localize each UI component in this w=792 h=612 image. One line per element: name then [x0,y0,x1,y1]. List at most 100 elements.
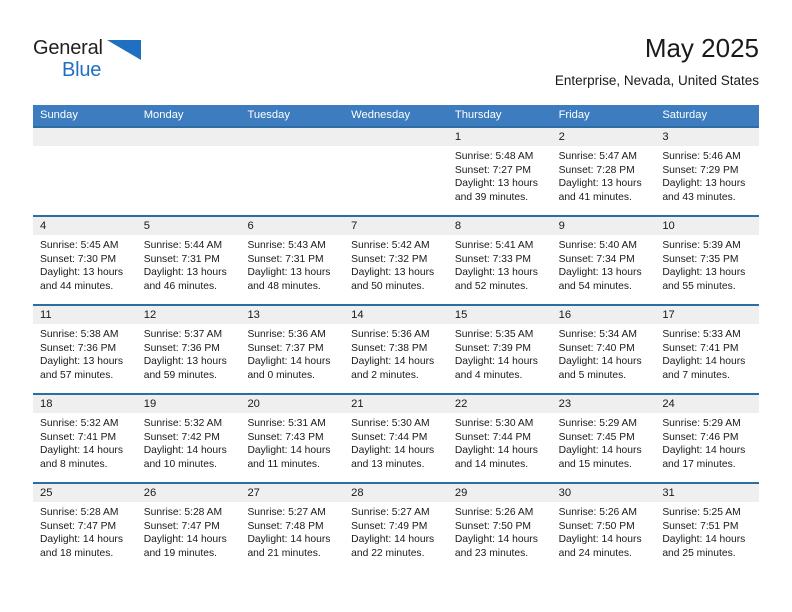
day-cell[interactable]: 31 Sunrise: 5:25 AM Sunset: 7:51 PM Dayl… [655,484,760,571]
day-details: Sunrise: 5:27 AM Sunset: 7:48 PM Dayligh… [240,502,345,571]
sunset-text: Sunset: 7:48 PM [247,520,324,532]
daylight-text-line2: and 23 minutes. [454,547,529,559]
day-cell[interactable]: 6 Sunrise: 5:43 AM Sunset: 7:31 PM Dayli… [240,217,345,304]
day-cell[interactable]: 20 Sunrise: 5:31 AM Sunset: 7:43 PM Dayl… [240,395,345,482]
sunset-text: Sunset: 7:36 PM [40,342,117,354]
weekday-header-row: Sunday Monday Tuesday Wednesday Thursday… [33,105,759,126]
day-cell[interactable]: 27 Sunrise: 5:27 AM Sunset: 7:48 PM Dayl… [240,484,345,571]
day-number: 28 [344,484,448,502]
daylight-text-line2: and 13 minutes. [351,458,425,470]
day-details: Sunrise: 5:35 AM Sunset: 7:39 PM Dayligh… [447,324,552,393]
daylight-text-line1: Daylight: 14 hours [40,534,123,546]
day-cell[interactable]: 21 Sunrise: 5:30 AM Sunset: 7:44 PM Dayl… [344,395,448,482]
sunset-text: Sunset: 7:44 PM [351,431,428,443]
sunset-text: Sunset: 7:37 PM [247,342,324,354]
day-cell[interactable]: 1 Sunrise: 5:48 AM Sunset: 7:27 PM Dayli… [447,128,552,215]
daylight-text-line2: and 46 minutes. [143,280,217,292]
daylight-text-line1: Daylight: 14 hours [558,534,642,546]
day-cell[interactable]: 2 Sunrise: 5:47 AM Sunset: 7:28 PM Dayli… [551,128,656,215]
day-number: 16 [551,306,656,324]
sunrise-text: Sunrise: 5:35 AM [454,329,534,340]
general-blue-logo[interactable]: General Blue [33,36,163,86]
day-details: Sunrise: 5:36 AM Sunset: 7:38 PM Dayligh… [344,324,448,393]
day-cell[interactable] [136,128,241,215]
day-number: 15 [447,306,552,324]
day-cell[interactable]: 7 Sunrise: 5:42 AM Sunset: 7:32 PM Dayli… [344,217,448,304]
sunset-text: Sunset: 7:29 PM [662,164,739,176]
day-cell[interactable]: 22 Sunrise: 5:30 AM Sunset: 7:44 PM Dayl… [447,395,552,482]
day-number: 22 [447,395,552,413]
day-details [344,146,448,215]
daylight-text-line2: and 4 minutes. [454,369,523,381]
day-number [344,128,448,146]
day-cell[interactable]: 24 Sunrise: 5:29 AM Sunset: 7:46 PM Dayl… [655,395,760,482]
sunrise-text: Sunrise: 5:29 AM [558,418,638,429]
day-cell[interactable] [33,128,137,215]
daylight-text-line1: Daylight: 13 hours [662,178,746,190]
sunset-text: Sunset: 7:27 PM [454,164,532,176]
sunset-text: Sunset: 7:43 PM [247,431,324,443]
day-cell[interactable]: 18 Sunrise: 5:32 AM Sunset: 7:41 PM Dayl… [33,395,137,482]
sunrise-text: Sunrise: 5:36 AM [351,329,430,340]
week-row: 18 Sunrise: 5:32 AM Sunset: 7:41 PM Dayl… [33,393,760,482]
sunset-text: Sunset: 7:31 PM [143,253,220,265]
day-number: 3 [655,128,760,146]
day-number: 24 [655,395,760,413]
sunset-text: Sunset: 7:44 PM [454,431,532,443]
day-cell[interactable]: 15 Sunrise: 5:35 AM Sunset: 7:39 PM Dayl… [447,306,552,393]
day-cell[interactable] [240,128,345,215]
sunset-text: Sunset: 7:35 PM [662,253,739,265]
day-cell[interactable]: 9 Sunrise: 5:40 AM Sunset: 7:34 PM Dayli… [551,217,656,304]
day-cell[interactable]: 4 Sunrise: 5:45 AM Sunset: 7:30 PM Dayli… [33,217,137,304]
day-number: 17 [655,306,760,324]
day-cell[interactable]: 29 Sunrise: 5:26 AM Sunset: 7:50 PM Dayl… [447,484,552,571]
day-details [240,146,345,215]
day-details: Sunrise: 5:32 AM Sunset: 7:42 PM Dayligh… [136,413,241,482]
day-cell[interactable]: 17 Sunrise: 5:33 AM Sunset: 7:41 PM Dayl… [655,306,760,393]
daylight-text-line1: Daylight: 13 hours [40,267,123,279]
day-cell[interactable]: 8 Sunrise: 5:41 AM Sunset: 7:33 PM Dayli… [447,217,552,304]
day-cell[interactable]: 16 Sunrise: 5:34 AM Sunset: 7:40 PM Dayl… [551,306,656,393]
day-details: Sunrise: 5:39 AM Sunset: 7:35 PM Dayligh… [655,235,760,304]
day-cell[interactable]: 10 Sunrise: 5:39 AM Sunset: 7:35 PM Dayl… [655,217,760,304]
sunrise-text: Sunrise: 5:37 AM [143,329,223,340]
daylight-text-line2: and 48 minutes. [247,280,321,292]
weekday-monday: Monday [143,109,184,121]
daylight-text-line1: Daylight: 14 hours [247,356,331,368]
day-cell[interactable]: 3 Sunrise: 5:46 AM Sunset: 7:29 PM Dayli… [655,128,760,215]
day-cell[interactable] [344,128,448,215]
sunrise-text: Sunrise: 5:28 AM [40,507,119,518]
day-details: Sunrise: 5:36 AM Sunset: 7:37 PM Dayligh… [240,324,345,393]
sunset-text: Sunset: 7:47 PM [143,520,220,532]
day-number: 9 [551,217,656,235]
day-cell[interactable]: 11 Sunrise: 5:38 AM Sunset: 7:36 PM Dayl… [33,306,137,393]
sunset-text: Sunset: 7:31 PM [247,253,324,265]
week-row: 25 Sunrise: 5:28 AM Sunset: 7:47 PM Dayl… [33,482,760,571]
day-cell[interactable]: 12 Sunrise: 5:37 AM Sunset: 7:36 PM Dayl… [136,306,241,393]
day-cell[interactable]: 26 Sunrise: 5:28 AM Sunset: 7:47 PM Dayl… [136,484,241,571]
weekday-tuesday: Tuesday [247,109,290,121]
day-details: Sunrise: 5:34 AM Sunset: 7:40 PM Dayligh… [551,324,656,393]
daylight-text-line1: Daylight: 13 hours [247,267,331,279]
sunrise-text: Sunrise: 5:40 AM [558,240,638,251]
sunrise-text: Sunrise: 5:28 AM [143,507,223,518]
sunrise-text: Sunrise: 5:34 AM [558,329,638,340]
calendar-grid: Sunday Monday Tuesday Wednesday Thursday… [33,105,760,571]
sunset-text: Sunset: 7:38 PM [351,342,428,354]
sunrise-text: Sunrise: 5:39 AM [662,240,741,251]
day-cell[interactable]: 23 Sunrise: 5:29 AM Sunset: 7:45 PM Dayl… [551,395,656,482]
day-cell[interactable]: 19 Sunrise: 5:32 AM Sunset: 7:42 PM Dayl… [136,395,241,482]
day-cell[interactable]: 5 Sunrise: 5:44 AM Sunset: 7:31 PM Dayli… [136,217,241,304]
daylight-text-line2: and 22 minutes. [351,547,425,559]
sunset-text: Sunset: 7:42 PM [143,431,220,443]
daylight-text-line2: and 11 minutes. [247,458,320,470]
day-cell[interactable]: 14 Sunrise: 5:36 AM Sunset: 7:38 PM Dayl… [344,306,448,393]
daylight-text-line1: Daylight: 14 hours [247,534,331,546]
day-cell[interactable]: 30 Sunrise: 5:26 AM Sunset: 7:50 PM Dayl… [551,484,656,571]
daylight-text-line1: Daylight: 14 hours [662,534,746,546]
day-cell[interactable]: 28 Sunrise: 5:27 AM Sunset: 7:49 PM Dayl… [344,484,448,571]
day-details: Sunrise: 5:30 AM Sunset: 7:44 PM Dayligh… [344,413,448,482]
daylight-text-line1: Daylight: 14 hours [454,534,538,546]
day-cell[interactable]: 25 Sunrise: 5:28 AM Sunset: 7:47 PM Dayl… [33,484,137,571]
day-cell[interactable]: 13 Sunrise: 5:36 AM Sunset: 7:37 PM Dayl… [240,306,345,393]
